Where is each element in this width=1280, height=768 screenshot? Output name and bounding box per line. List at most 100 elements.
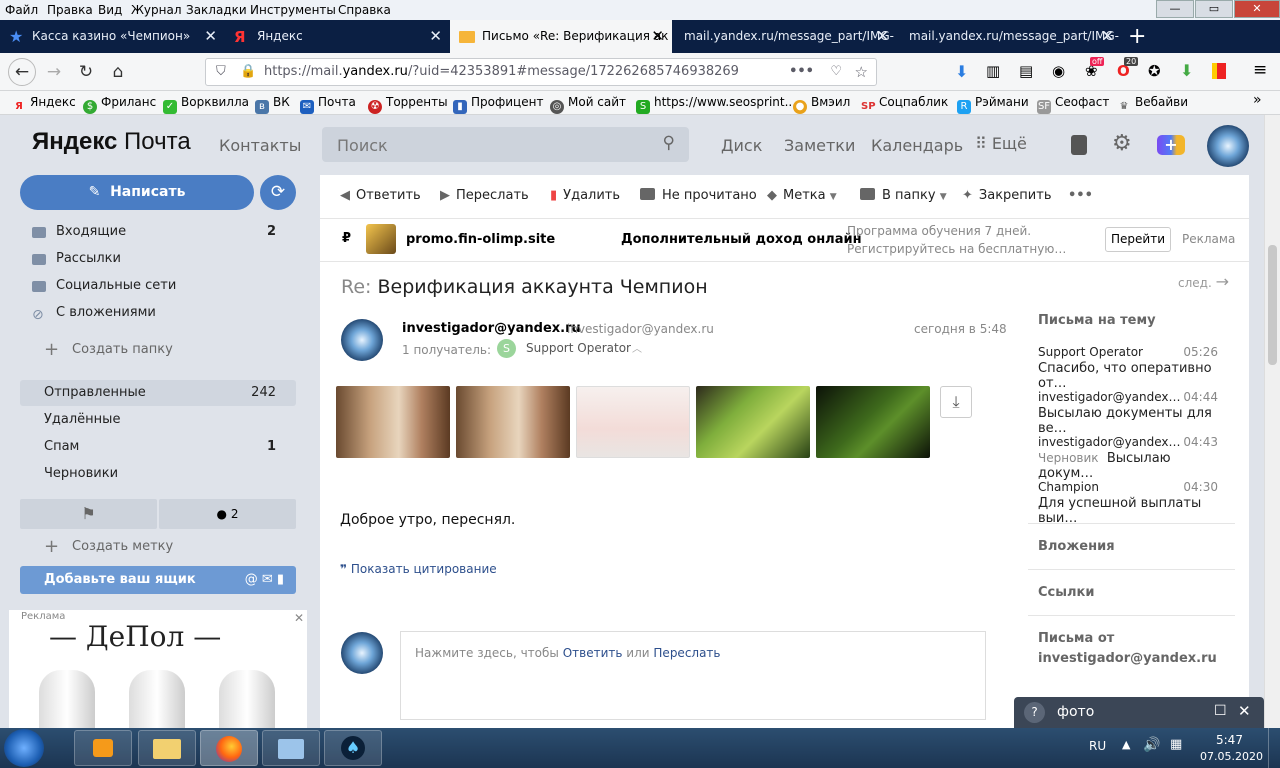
settings-gear-icon[interactable]: ⚙ bbox=[1112, 131, 1132, 156]
unread-filter[interactable]: ● 2 bbox=[159, 499, 296, 529]
delete-button[interactable]: ▮ Удалить bbox=[550, 188, 620, 203]
maximize-icon[interactable]: ☐ bbox=[1214, 703, 1227, 719]
yandex-mail-logo[interactable]: Яндекс Почта bbox=[32, 128, 191, 156]
more-services[interactable]: ⠿ Ещё bbox=[975, 134, 1027, 153]
more-bookmarks-icon[interactable]: » bbox=[1253, 92, 1262, 108]
links-section[interactable]: Ссылки bbox=[1038, 585, 1094, 600]
tab-casino[interactable]: ★ Касса казино «Чемпион» ✕ bbox=[0, 20, 225, 53]
url-bar[interactable]: ⛉ 🔒 https://mail.yandex.ru/?uid=42353891… bbox=[205, 58, 877, 86]
taskbar-explorer[interactable] bbox=[138, 730, 196, 766]
attachment-photo-2[interactable] bbox=[456, 386, 570, 458]
attachments-section[interactable]: Вложения bbox=[1038, 539, 1115, 554]
refresh-button[interactable]: ⟳ bbox=[260, 175, 296, 210]
sender-email[interactable]: investigador@yandex.ru bbox=[567, 322, 714, 336]
green-arrow-icon[interactable]: ⬇ bbox=[1180, 61, 1193, 80]
folder-spam[interactable]: Спам 1 bbox=[20, 434, 296, 460]
close-tab-icon[interactable]: ✕ bbox=[1101, 20, 1114, 53]
search-icon[interactable]: ⚲ bbox=[663, 133, 675, 153]
create-folder-button[interactable]: + Создать папку bbox=[20, 337, 296, 363]
gear-extension-icon[interactable]: ✪ bbox=[1148, 62, 1161, 80]
pocket-icon[interactable]: ♡ bbox=[830, 59, 842, 85]
plus-icon[interactable]: + bbox=[1157, 135, 1185, 155]
folder-drafts[interactable]: Черновики bbox=[20, 461, 296, 487]
taskbar-control-panel[interactable] bbox=[262, 730, 320, 766]
bookmark-item[interactable]: в ВК bbox=[255, 95, 290, 114]
more-actions-icon[interactable]: ••• bbox=[1068, 188, 1093, 203]
clock-time[interactable]: 5:47 bbox=[1216, 733, 1243, 747]
bookmark-item[interactable]: ▮ Профицент bbox=[453, 95, 543, 114]
language-indicator[interactable]: RU bbox=[1089, 739, 1106, 753]
account-icon[interactable]: ◉ bbox=[1052, 62, 1065, 80]
menu-edit[interactable]: Правка bbox=[47, 3, 93, 17]
thread-item[interactable]: investigador@yandex… 04:44 Высылаю докумен… bbox=[1038, 390, 1218, 436]
flagged-filter[interactable]: ⚑ bbox=[20, 499, 157, 529]
folder-sent[interactable]: Отправленные 242 bbox=[20, 380, 296, 406]
close-tab-icon[interactable]: ✕ bbox=[876, 20, 889, 53]
minimize-button[interactable]: — bbox=[1156, 0, 1194, 18]
menu-history[interactable]: Журнал bbox=[131, 3, 182, 17]
bookmark-item[interactable]: ◎ Мой сайт bbox=[550, 95, 626, 114]
hamburger-menu-icon[interactable]: ≡ bbox=[1253, 60, 1267, 80]
ad-thumbnail[interactable] bbox=[366, 224, 396, 254]
folder-newsletters[interactable]: Рассылки bbox=[20, 246, 296, 272]
shield-icon[interactable]: ⛉ bbox=[216, 59, 226, 85]
next-message-link[interactable]: след. → bbox=[1178, 272, 1229, 291]
pin-button[interactable]: ✦ Закрепить bbox=[962, 188, 1052, 203]
tray-arrow-icon[interactable]: ▲ bbox=[1122, 738, 1130, 751]
download-all-icon[interactable]: ⤓ bbox=[940, 386, 972, 418]
user-avatar[interactable] bbox=[1207, 125, 1249, 167]
bookmark-item[interactable]: ♛ Вебайви bbox=[1117, 95, 1189, 114]
thread-item[interactable]: Support Operator 05:26 Спасибо, что операт… bbox=[1038, 345, 1218, 391]
close-icon[interactable]: ✕ bbox=[1238, 702, 1251, 720]
folder-inbox[interactable]: Входящие 2 bbox=[20, 219, 296, 245]
menu-tools[interactable]: Инструменты bbox=[250, 3, 336, 17]
ad-site[interactable]: promo.fin-olimp.site bbox=[406, 232, 555, 247]
reply-link[interactable]: Ответить bbox=[563, 646, 623, 660]
menu-bookmarks[interactable]: Закладки bbox=[186, 3, 247, 17]
phone-icon[interactable] bbox=[1071, 135, 1087, 155]
taskbar-firefox[interactable] bbox=[200, 730, 258, 766]
forward-button[interactable]: ▶ Переслать bbox=[440, 188, 529, 203]
ad-go-button[interactable]: Перейти bbox=[1105, 227, 1171, 252]
lock-icon[interactable]: 🔒 bbox=[240, 59, 256, 85]
recipient-name[interactable]: Support Operator bbox=[526, 341, 631, 355]
bookmark-item[interactable]: ● Вмэил bbox=[793, 95, 850, 114]
compose-button[interactable]: ✎ Написать bbox=[20, 175, 254, 210]
taskbar-media-player[interactable] bbox=[74, 730, 132, 766]
close-tab-icon[interactable]: ✕ bbox=[204, 20, 217, 53]
menu-help[interactable]: Справка bbox=[338, 3, 391, 17]
page-actions-icon[interactable]: ••• bbox=[789, 59, 814, 85]
menu-view[interactable]: Вид bbox=[98, 3, 122, 17]
quick-reply-box[interactable]: Нажмите здесь, чтобы Ответить или Пересл… bbox=[400, 631, 986, 720]
bookmark-item[interactable]: R Рэймани bbox=[957, 95, 1029, 114]
move-to-folder-button[interactable]: В папку ▼ bbox=[860, 188, 947, 203]
help-icon[interactable]: ? bbox=[1024, 702, 1045, 723]
bookmark-item[interactable]: ✓ Ворквилла bbox=[163, 95, 249, 114]
scrollbar-thumb[interactable] bbox=[1268, 245, 1277, 365]
notes-link[interactable]: Заметки bbox=[784, 136, 855, 155]
reload-button[interactable]: ↻ bbox=[75, 61, 97, 83]
back-button[interactable]: ← bbox=[8, 58, 36, 86]
show-quote-link[interactable]: ❞ Показать цитирование bbox=[340, 562, 497, 576]
folder-trash[interactable]: Удалённые bbox=[20, 407, 296, 433]
ad-banner[interactable]: Реклама ✕ — ДеПол — bbox=[9, 610, 307, 728]
mark-unread-button[interactable]: Не прочитано bbox=[640, 188, 757, 203]
folder-social[interactable]: Социальные сети bbox=[20, 273, 296, 299]
thread-item[interactable]: investigador@yandex… 04:43 Черновик Высыла… bbox=[1038, 435, 1218, 481]
show-desktop-button[interactable] bbox=[1268, 728, 1280, 768]
network-icon[interactable]: ▦ bbox=[1170, 737, 1182, 752]
close-tab-icon[interactable]: ✕ bbox=[429, 20, 442, 53]
start-button[interactable] bbox=[4, 729, 44, 767]
forward-link[interactable]: Переслать bbox=[653, 646, 720, 660]
tab-image-2[interactable]: mail.yandex.ru/message_part/IMG- ✕ bbox=[897, 20, 1122, 53]
ad-headline[interactable]: Дополнительный доход онлайн bbox=[621, 232, 862, 247]
sidebar-icon[interactable]: ▤ bbox=[1019, 62, 1033, 80]
attachment-passport-scan[interactable] bbox=[576, 386, 690, 458]
chevron-up-icon[interactable]: ︿ bbox=[632, 340, 642, 355]
close-window-button[interactable]: ✕ bbox=[1234, 0, 1280, 18]
letters-from-section[interactable]: Письма от investigador@yandex.ru bbox=[1038, 631, 1217, 666]
bookmark-item[interactable]: Я Яндекс bbox=[12, 95, 76, 114]
contacts-link[interactable]: Контакты bbox=[219, 136, 301, 155]
bookmark-item[interactable]: SF Сеофаст bbox=[1037, 95, 1109, 114]
bookmark-flag-icon[interactable] bbox=[1212, 63, 1226, 79]
